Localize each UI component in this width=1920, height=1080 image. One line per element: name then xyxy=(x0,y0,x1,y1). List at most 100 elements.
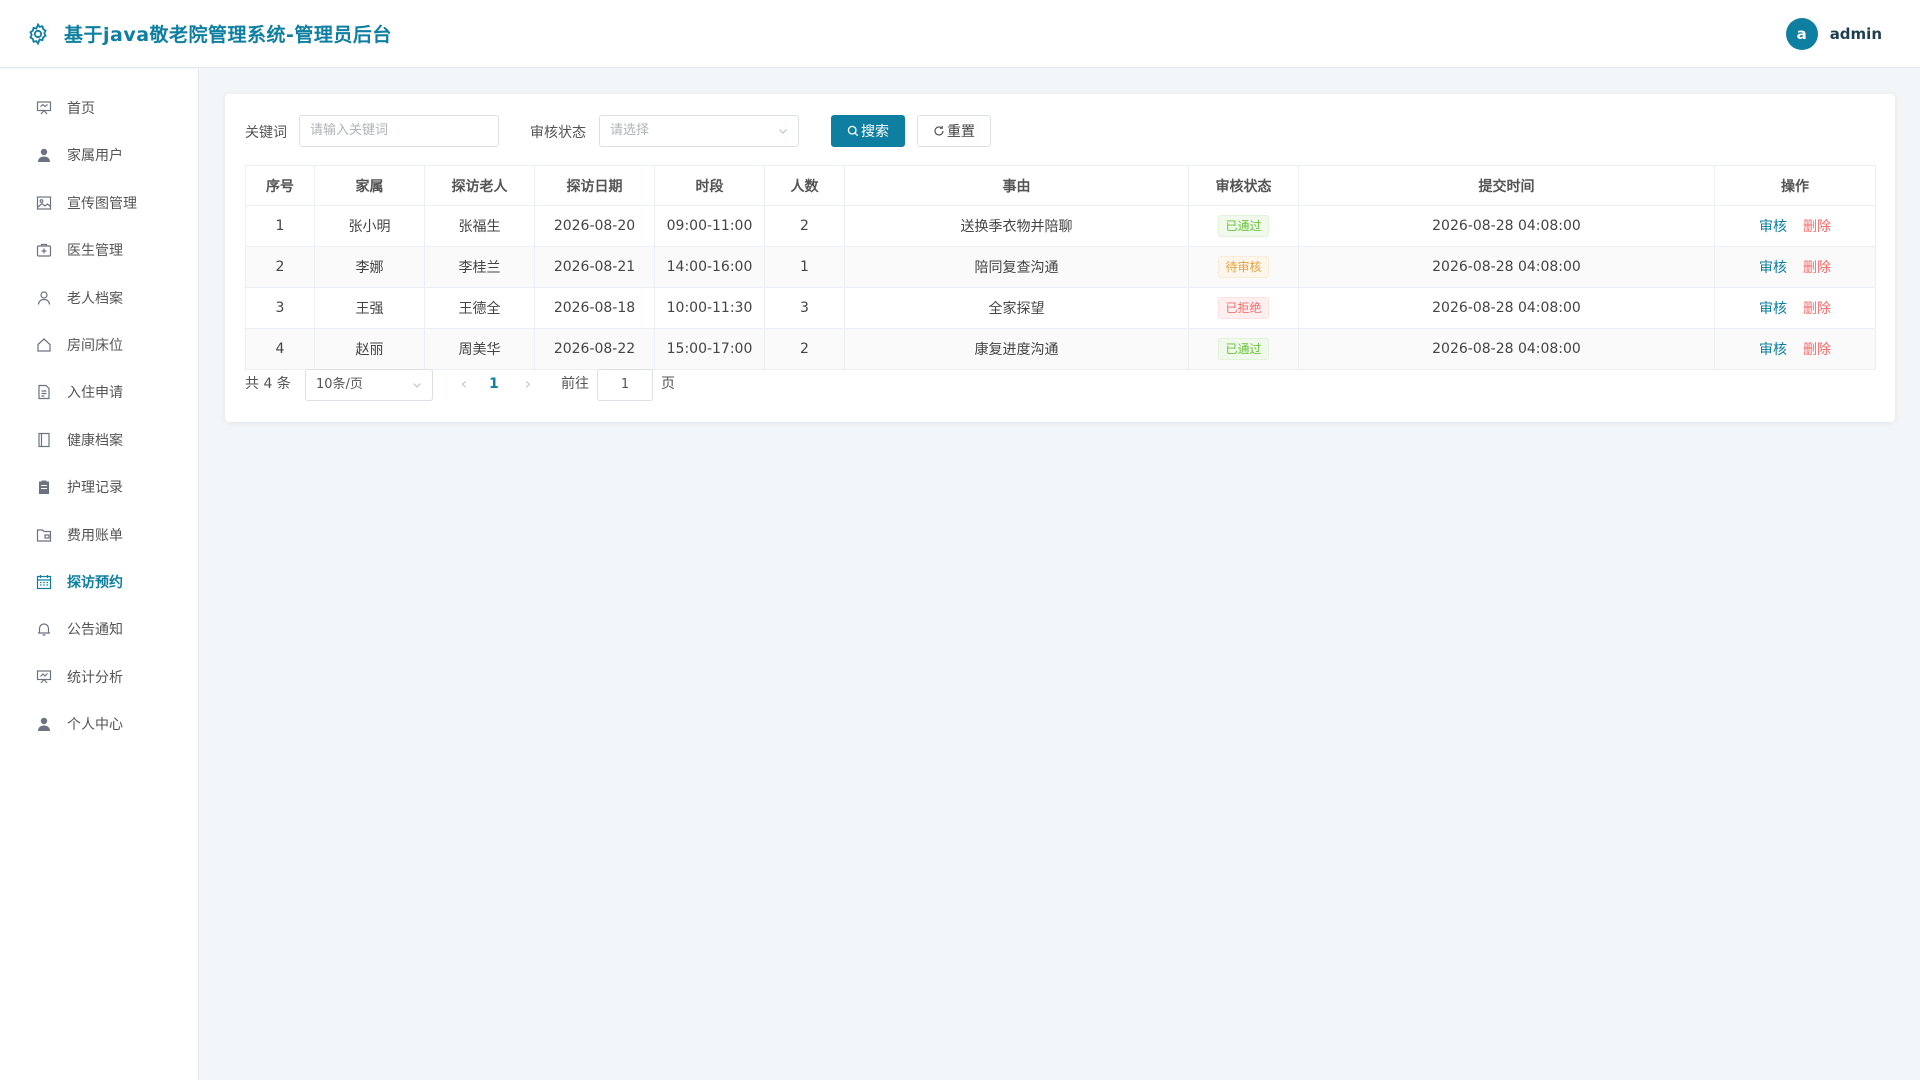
sidebar-item[interactable]: 房间床位 xyxy=(0,325,199,365)
sidebar-item[interactable]: 老人档案 xyxy=(0,278,199,318)
column-header: 探访日期 xyxy=(534,165,655,206)
cell-status: 已通过 xyxy=(1188,205,1299,247)
sidebar-item[interactable]: 护理记录 xyxy=(0,467,199,507)
keyword-label: 关键词 xyxy=(245,125,287,141)
cell-submitted: 2026-08-28 04:08:00 xyxy=(1298,328,1715,370)
cell-slot: 09:00-11:00 xyxy=(654,205,765,247)
brand: 基于java敬老院管理系统-管理员后台 xyxy=(26,20,392,47)
cell-submitted: 2026-08-28 04:08:00 xyxy=(1298,205,1715,247)
user-solid-icon xyxy=(35,146,53,164)
clipboard-icon xyxy=(35,478,53,496)
cell-reason: 全家探望 xyxy=(844,287,1189,329)
cell-count: 3 xyxy=(764,287,845,329)
status-select-placeholder: 请选择 xyxy=(610,123,650,138)
search-button[interactable]: 搜索 xyxy=(831,115,905,147)
column-header: 序号 xyxy=(245,165,315,206)
search-button-label: 搜索 xyxy=(861,124,889,140)
status-select[interactable]: 请选择 xyxy=(599,115,799,147)
page-size-value: 10条/页 xyxy=(316,377,363,392)
sidebar-item[interactable]: 入住申请 xyxy=(0,372,199,412)
page-size-select[interactable]: 10条/页 xyxy=(305,369,433,401)
sidebar-item-label: 公告通知 xyxy=(67,622,123,639)
column-header: 时段 xyxy=(654,165,765,206)
audit-link[interactable]: 审核 xyxy=(1759,216,1787,236)
first-aid-kit-icon xyxy=(35,241,53,259)
cell-slot: 10:00-11:30 xyxy=(654,287,765,329)
column-header: 操作 xyxy=(1714,165,1876,206)
picture-icon xyxy=(35,194,53,212)
cell-actions: 审核 删除 xyxy=(1714,328,1876,370)
data-board-icon xyxy=(35,668,53,686)
column-header: 人数 xyxy=(764,165,845,206)
user-icon xyxy=(35,289,53,307)
sidebar-item[interactable]: 医生管理 xyxy=(0,230,199,270)
status-badge: 待审核 xyxy=(1218,256,1269,278)
chevron-down-icon xyxy=(779,129,787,134)
status-badge: 已通过 xyxy=(1218,215,1269,237)
audit-link[interactable]: 审核 xyxy=(1759,257,1787,277)
audit-link[interactable]: 审核 xyxy=(1759,298,1787,318)
cell-date: 2026-08-21 xyxy=(534,246,655,288)
page-number-current[interactable]: 1 xyxy=(489,374,499,394)
username[interactable]: admin xyxy=(1830,25,1882,43)
chevron-down-icon xyxy=(413,383,421,388)
cell-date: 2026-08-20 xyxy=(534,205,655,247)
sidebar-item[interactable]: 健康档案 xyxy=(0,420,199,460)
sidebar-item-label: 首页 xyxy=(67,101,95,117)
app-title: 基于java敬老院管理系统-管理员后台 xyxy=(64,24,392,46)
sidebar-item[interactable]: 首页 xyxy=(0,88,199,128)
cell-elder: 张福生 xyxy=(424,205,535,247)
cell-date: 2026-08-22 xyxy=(534,328,655,370)
sidebar-item-label: 老人档案 xyxy=(67,290,123,307)
user-menu[interactable]: a admin xyxy=(1785,18,1882,50)
status-badge: 已通过 xyxy=(1218,338,1269,360)
sidebar-item-label: 医生管理 xyxy=(67,243,123,260)
sidebar-item[interactable]: 个人中心 xyxy=(0,704,199,744)
next-page-icon[interactable]: › xyxy=(521,376,535,392)
column-header: 探访老人 xyxy=(424,165,535,206)
keyword-input[interactable]: 请输入关键词 xyxy=(299,115,499,147)
cell-family: 张小明 xyxy=(314,205,425,247)
sidebar-item[interactable]: 公告通知 xyxy=(0,609,199,649)
reset-button[interactable]: 重置 xyxy=(917,115,991,147)
table-row: 3 王强 王德全 2026-08-18 10:00-11:30 3 全家探望 已拒绝 2026-… xyxy=(245,287,1876,329)
delete-link[interactable]: 删除 xyxy=(1803,257,1831,277)
delete-link[interactable]: 删除 xyxy=(1803,216,1831,236)
sidebar-item[interactable]: 宣传图管理 xyxy=(0,183,199,223)
prev-page-icon[interactable]: ‹ xyxy=(457,376,471,392)
goto-label: 前往 xyxy=(561,376,589,392)
document-icon xyxy=(35,383,53,401)
sidebar-item[interactable]: 统计分析 xyxy=(0,657,199,697)
sidebar-item-label: 费用账单 xyxy=(67,527,123,544)
cell-status: 已拒绝 xyxy=(1188,287,1299,329)
delete-link[interactable]: 删除 xyxy=(1803,339,1831,359)
cell-count: 1 xyxy=(764,246,845,288)
cell-elder: 王德全 xyxy=(424,287,535,329)
user-solid-icon xyxy=(35,715,53,733)
cell-actions: 审核 删除 xyxy=(1714,246,1876,288)
cell-no: 2 xyxy=(245,246,315,288)
sidebar-item-label: 健康档案 xyxy=(67,432,123,449)
refresh-icon xyxy=(934,126,944,136)
goto-page-input[interactable]: 1 xyxy=(597,369,653,401)
status-label: 审核状态 xyxy=(530,125,586,141)
sidebar-item[interactable]: 费用账单 xyxy=(0,515,199,555)
delete-link[interactable]: 删除 xyxy=(1803,298,1831,318)
cell-submitted: 2026-08-28 04:08:00 xyxy=(1298,246,1715,288)
sidebar-item[interactable]: 探访预约 xyxy=(0,562,199,602)
pager-total: 共 4 条 xyxy=(245,376,291,392)
avatar[interactable]: a xyxy=(1785,18,1818,50)
search-icon xyxy=(847,125,859,137)
gear-icon xyxy=(29,22,47,45)
sidebar-item[interactable]: 家属用户 xyxy=(0,135,199,175)
visit-table: 序号 家属 探访老人 探访日期 时段 人数 事由 审核状态 提交时间 操作 1 张小明 张福生 2026… xyxy=(245,165,1876,370)
audit-link[interactable]: 审核 xyxy=(1759,339,1787,359)
column-header: 审核状态 xyxy=(1188,165,1299,206)
cell-slot: 15:00-17:00 xyxy=(654,328,765,370)
cell-elder: 周美华 xyxy=(424,328,535,370)
sidebar-item-label: 探访预约 xyxy=(67,575,123,591)
table-row: 4 赵丽 周美华 2026-08-22 15:00-17:00 2 康复进度沟通 已通过 202… xyxy=(245,328,1876,370)
status-badge: 已拒绝 xyxy=(1218,297,1269,319)
cell-family: 王强 xyxy=(314,287,425,329)
cell-count: 2 xyxy=(764,328,845,370)
